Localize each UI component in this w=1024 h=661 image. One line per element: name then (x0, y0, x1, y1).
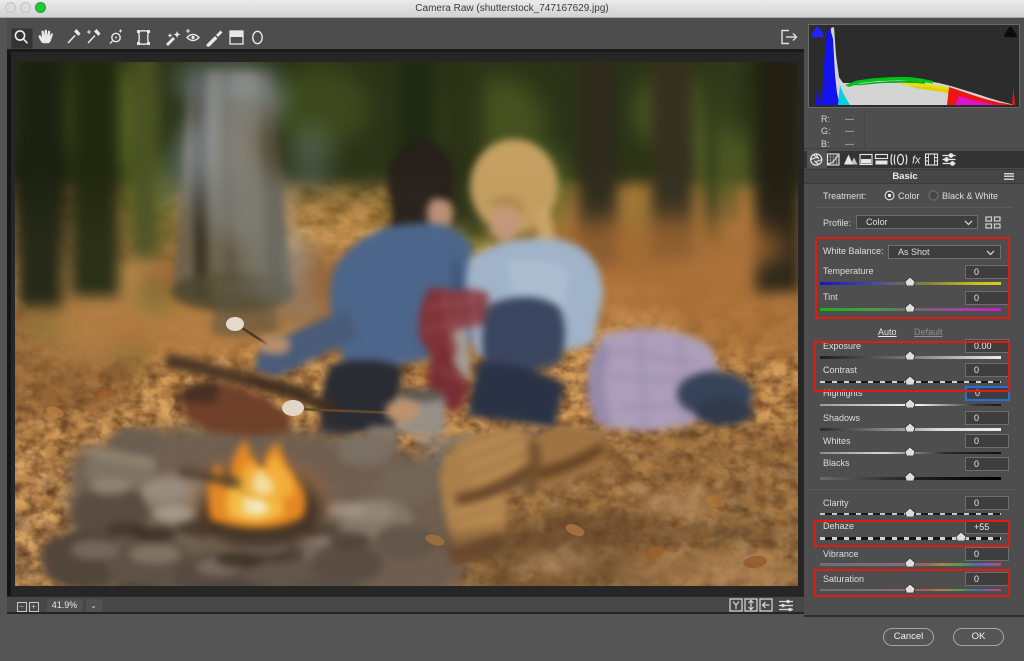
svg-text:fx: fx (912, 154, 921, 166)
